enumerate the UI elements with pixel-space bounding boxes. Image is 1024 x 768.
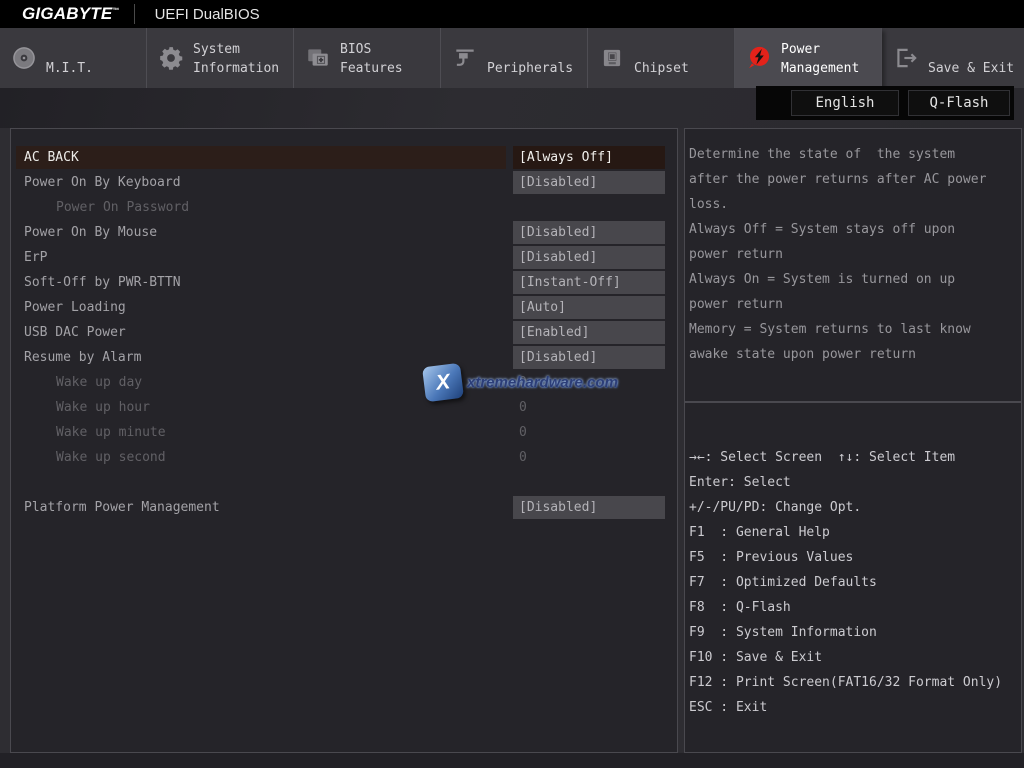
tab-system-information[interactable]: System Information [147, 28, 294, 88]
setting-value: 0 [513, 396, 665, 419]
key-hint-line: ESC : Exit [689, 695, 1017, 720]
tab-peripherals[interactable]: Peripherals [441, 28, 588, 88]
key-hint-line: F9 : System Information [689, 620, 1017, 645]
setting-row-erp[interactable]: ErP [Disabled] [16, 245, 665, 270]
key-hints-panel: →←: Select Screen ↑↓: Select Item Enter:… [684, 402, 1022, 753]
setting-label: Power On Password [16, 196, 665, 219]
setting-value[interactable]: [Disabled] [513, 171, 665, 194]
divider [134, 4, 135, 24]
disc-icon [11, 45, 37, 71]
tab-bar: M.I.T. System Information BIOS Features … [0, 28, 1024, 88]
chip-icon [599, 45, 625, 71]
setting-label: Wake up hour [16, 396, 513, 419]
setting-row-ac-back[interactable]: AC BACK [Always Off] [16, 145, 665, 170]
tab-label: Peripherals [487, 37, 587, 79]
help-line: loss. [689, 192, 1013, 217]
setting-label: ErP [16, 246, 513, 269]
gear-icon [158, 45, 184, 71]
qflash-button[interactable]: Q-Flash [908, 90, 1010, 116]
setting-label: Wake up day [16, 371, 513, 394]
key-hint-line: F5 : Previous Values [689, 545, 1017, 570]
setting-row-power-on-mouse[interactable]: Power On By Mouse [Disabled] [16, 220, 665, 245]
setting-value[interactable]: [Auto] [513, 296, 665, 319]
help-line: Memory = System returns to last know [689, 317, 1013, 342]
help-panel: Determine the state of the system after … [684, 128, 1022, 402]
key-hint-line: F10 : Save & Exit [689, 645, 1017, 670]
tab-save-exit[interactable]: Save & Exit [882, 28, 1024, 88]
tab-mit[interactable]: M.I.T. [0, 28, 147, 88]
setting-row-power-loading[interactable]: Power Loading [Auto] [16, 295, 665, 320]
setting-label: Soft-Off by PWR-BTTN [16, 271, 513, 294]
setting-row-platform-power-management[interactable]: Platform Power Management [Disabled] [16, 495, 665, 520]
firmware-title: UEFI DualBIOS [155, 6, 260, 23]
key-hint-line: →←: Select Screen ↑↓: Select Item [689, 445, 1017, 470]
help-line: power return [689, 242, 1013, 267]
top-bar: GIGABYTE™ UEFI DualBIOS [0, 0, 1024, 28]
help-line: power return [689, 292, 1013, 317]
folder-plus-icon [305, 45, 331, 71]
settings-panel: AC BACK [Always Off] Power On By Keyboar… [10, 128, 678, 753]
setting-value: 0 [513, 446, 665, 469]
setting-row-power-on-keyboard[interactable]: Power On By Keyboard [Disabled] [16, 170, 665, 195]
setting-row-wake-up-minute: Wake up minute 0 [16, 420, 665, 445]
sub-strip: English Q-Flash [0, 88, 1024, 128]
setting-value[interactable]: [Disabled] [513, 246, 665, 269]
gigabyte-logo: GIGABYTE™ [22, 4, 120, 24]
setting-label: USB DAC Power [16, 321, 513, 344]
trademark-symbol: ™ [112, 7, 119, 14]
tab-chipset[interactable]: Chipset [588, 28, 735, 88]
help-line: Always On = System is turned on up [689, 267, 1013, 292]
power-bolt-icon [746, 45, 772, 71]
setting-label: Platform Power Management [16, 496, 513, 519]
setting-row-wake-up-hour: Wake up hour 0 [16, 395, 665, 420]
setting-row-soft-off[interactable]: Soft-Off by PWR-BTTN [Instant-Off] [16, 270, 665, 295]
help-line: Always Off = System stays off upon [689, 217, 1013, 242]
setting-row-wake-up-second: Wake up second 0 [16, 445, 665, 470]
key-hint-line: F7 : Optimized Defaults [689, 570, 1017, 595]
key-hint-line: F12 : Print Screen(FAT16/32 Format Only) [689, 670, 1017, 695]
tab-label: System Information [193, 37, 293, 79]
peripheral-cable-icon [452, 45, 478, 71]
setting-row-resume-by-alarm[interactable]: Resume by Alarm [Disabled] [16, 345, 665, 370]
tab-label: Power Management [781, 37, 881, 79]
tab-label: BIOS Features [340, 37, 440, 79]
help-line: after the power returns after AC power [689, 167, 1013, 192]
tab-label: Chipset [634, 37, 734, 79]
setting-label: Power On By Keyboard [16, 171, 513, 194]
setting-value[interactable]: [Instant-Off] [513, 271, 665, 294]
setting-value: 0 [513, 371, 665, 394]
setting-row-power-on-password: Power On Password [16, 195, 665, 220]
setting-value[interactable]: [Disabled] [513, 496, 665, 519]
setting-value[interactable]: [Disabled] [513, 221, 665, 244]
exit-door-icon [893, 45, 919, 71]
setting-label: Wake up second [16, 446, 513, 469]
setting-label: Wake up minute [16, 421, 513, 444]
setting-label: Resume by Alarm [16, 346, 513, 369]
setting-label: Power On By Mouse [16, 221, 513, 244]
key-hint-line: +/-/PU/PD: Change Opt. [689, 495, 1017, 520]
setting-value[interactable]: [Always Off] [513, 146, 665, 169]
setting-value[interactable]: [Disabled] [513, 346, 665, 369]
setting-value[interactable]: [Enabled] [513, 321, 665, 344]
setting-label: Power Loading [16, 296, 513, 319]
tab-label: Save & Exit [928, 37, 1024, 79]
tab-power-management[interactable]: Power Management [735, 28, 882, 88]
setting-row-wake-up-day: Wake up day 0 [16, 370, 665, 395]
setting-value: 0 [513, 421, 665, 444]
help-line: Determine the state of the system [689, 142, 1013, 167]
key-hint-line: Enter: Select [689, 470, 1017, 495]
key-hint-line: F1 : General Help [689, 520, 1017, 545]
setting-row-usb-dac-power[interactable]: USB DAC Power [Enabled] [16, 320, 665, 345]
tab-bios-features[interactable]: BIOS Features [294, 28, 441, 88]
key-hint-line: F8 : Q-Flash [689, 595, 1017, 620]
tab-label: M.I.T. [46, 37, 146, 79]
help-line: awake state upon power return [689, 342, 1013, 367]
language-button[interactable]: English [791, 90, 899, 116]
setting-label: AC BACK [16, 146, 506, 169]
